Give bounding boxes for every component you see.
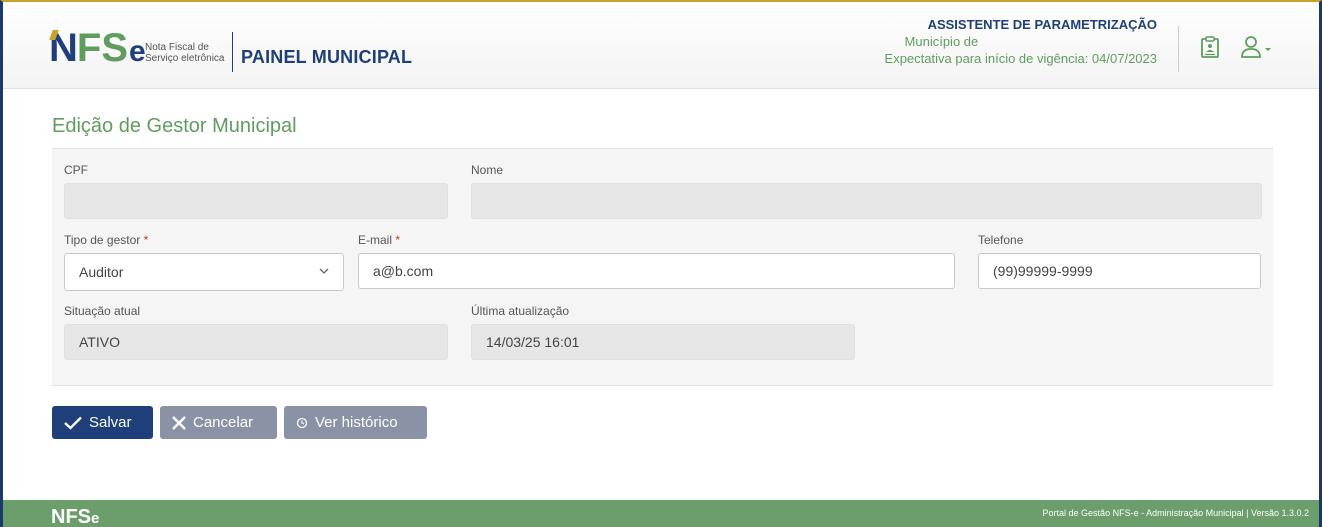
- phone-placeholder: (99)99999-9999: [993, 263, 1093, 279]
- phone-label: Telefone: [978, 233, 1024, 247]
- logo-subtitle-line1: Nota Fiscal de: [145, 42, 209, 53]
- status-field: ATIVO: [64, 324, 448, 360]
- cpf-label: CPF: [64, 163, 88, 177]
- check-icon: [64, 416, 82, 430]
- close-icon: [172, 415, 186, 430]
- save-button-label: Salvar: [89, 414, 132, 431]
- assistant-title[interactable]: ASSISTENTE DE PARAMETRIZAÇÃO: [885, 16, 1157, 33]
- footer: NFSe Portal de Gestão NFS-e - Administra…: [3, 500, 1319, 527]
- last-update-label: Última atualização: [471, 304, 570, 318]
- name-field: [471, 183, 1262, 219]
- page-title: Edição de Gestor Municipal: [52, 115, 297, 137]
- email-field[interactable]: a@b.com: [358, 253, 955, 289]
- status-value: ATIVO: [79, 334, 120, 350]
- footer-logo-text: NFS: [51, 506, 91, 527]
- cpf-field: [64, 183, 448, 219]
- phone-field[interactable]: (99)99999-9999: [978, 253, 1261, 289]
- last-update-field: 14/03/25 16:01: [471, 324, 855, 360]
- caret-down-icon: [1265, 48, 1271, 51]
- save-button[interactable]: Salvar: [52, 406, 153, 439]
- panel-title: PAINEL MUNICIPAL: [241, 47, 413, 67]
- clipboard-icon[interactable]: [1201, 36, 1219, 58]
- municipality-label: Município de: [904, 34, 979, 49]
- logo-subtitle: Nota Fiscal de Serviço eletrônica: [145, 42, 224, 64]
- manager-type-select[interactable]: Auditor: [64, 253, 344, 291]
- logo-fs: FS: [76, 26, 129, 70]
- logo-divider: [232, 32, 233, 72]
- cancel-button[interactable]: Cancelar: [160, 406, 277, 439]
- cancel-button-label: Cancelar: [193, 414, 254, 431]
- last-update-value: 14/03/25 16:01: [486, 334, 580, 350]
- history-icon: [296, 417, 308, 428]
- user-icon[interactable]: [1241, 34, 1275, 60]
- footer-logo: NFSe: [51, 506, 99, 527]
- name-label: Nome: [471, 163, 504, 177]
- email-label-text: E-mail: [358, 233, 393, 247]
- manager-type-label-text: Tipo de gestor: [64, 233, 141, 247]
- logo-e: e: [129, 35, 146, 68]
- header: N FS e Nota Fiscal de Serviço eletrônica…: [3, 2, 1319, 89]
- chevron-down-icon: [319, 268, 329, 274]
- manager-form: CPF Nome Tipo de gestor * Auditor E-mail…: [52, 148, 1273, 386]
- required-mark: *: [395, 233, 401, 247]
- validity-label: Expectativa para início de vigência: 04/…: [884, 51, 1157, 66]
- status-label: Situação atual: [64, 304, 141, 318]
- manager-type-value: Auditor: [79, 264, 124, 280]
- assistant-info: ASSISTENTE DE PARAMETRIZAÇÃO Município d…: [885, 16, 1157, 67]
- footer-version-text: Portal de Gestão NFS-e - Administração M…: [1042, 508, 1309, 518]
- manager-type-label: Tipo de gestor *: [64, 233, 148, 247]
- email-value: a@b.com: [373, 263, 434, 279]
- footer-logo-e: e: [91, 510, 100, 527]
- history-button-label: Ver histórico: [315, 414, 398, 431]
- history-button[interactable]: Ver histórico: [284, 406, 427, 439]
- header-divider: [1178, 26, 1179, 72]
- email-label: E-mail *: [358, 233, 400, 247]
- logo-n: N: [49, 26, 78, 70]
- logo-subtitle-line2: Serviço eletrônica: [145, 53, 225, 64]
- required-mark: *: [143, 233, 149, 247]
- nfse-logo[interactable]: N FS e: [49, 24, 146, 68]
